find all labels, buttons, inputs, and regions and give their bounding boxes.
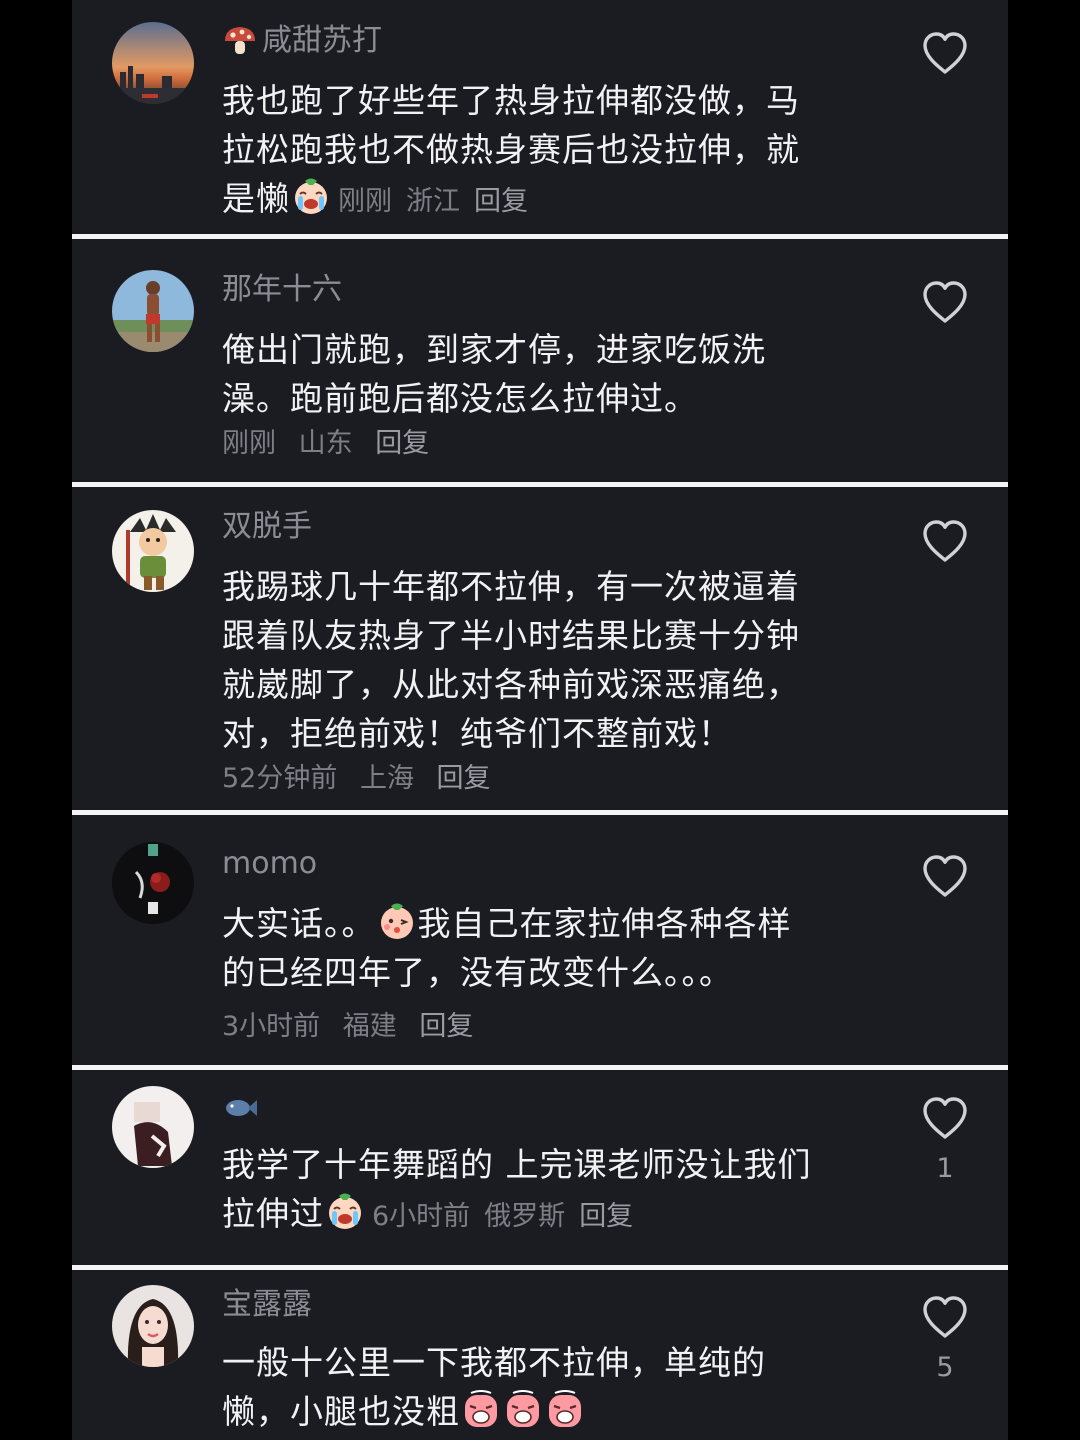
like-count: 5: [936, 1352, 954, 1383]
reply-button[interactable]: 回复: [375, 428, 429, 459]
comment-meta: 3小时前 福建 回复: [222, 1009, 487, 1045]
avatar[interactable]: [112, 1086, 194, 1168]
avatar[interactable]: [112, 1285, 194, 1367]
timestamp: 3小时前: [222, 1011, 321, 1042]
username-text: 那年十六: [222, 272, 342, 307]
like-button[interactable]: 1: [920, 1095, 970, 1184]
comment-meta: 刚刚 浙江 回复: [338, 186, 542, 217]
timestamp: 52分钟前: [222, 763, 338, 794]
heart-outline-icon: [920, 853, 970, 899]
comment-text: 我学了十年舞蹈的 上完课老师没让我们 拉伸过 6小时前 俄罗斯 回复: [222, 1145, 812, 1233]
heart-outline-icon: [920, 279, 970, 325]
fish-icon: [226, 1100, 257, 1116]
comment-text: 一般十公里一下我都不拉伸，单纯的 懒，小腿也没粗: [222, 1343, 766, 1431]
username[interactable]: [222, 1090, 262, 1126]
heart-outline-icon: [920, 1294, 970, 1340]
location: 上海: [359, 763, 414, 794]
heart-outline-icon: [920, 1095, 970, 1141]
avatar[interactable]: [112, 842, 194, 924]
blowing-kiss-emoji: [377, 901, 417, 941]
comment-text: 我也跑了好些年了热身拉伸都没做，马 拉松跑我也不做热身赛后也没拉伸，就 是懒 刚刚…: [222, 81, 800, 218]
location: 浙江: [406, 186, 460, 217]
comment-meta: 6小时前 俄罗斯 回复: [372, 1201, 647, 1232]
heart-outline-icon: [920, 518, 970, 564]
username[interactable]: 宝露露: [222, 1286, 312, 1324]
comment-card: 双脱手 我踢球几十年都不拉伸，有一次被逼着 跟着队友热身了半小时结果比赛十分钟 …: [72, 487, 1008, 810]
like-button[interactable]: [920, 518, 970, 564]
location: 福建: [342, 1011, 397, 1042]
like-button[interactable]: [920, 30, 970, 76]
username-text: 咸甜苏打: [262, 23, 382, 58]
crying-face-emoji: [291, 176, 331, 216]
comment-text: 俺出门就跑，到家才停，进家吃饭洗 澡。跑前跑后都没怎么拉伸过。: [222, 330, 766, 418]
reply-button[interactable]: 回复: [579, 1201, 633, 1232]
comment-card: 那年十六 俺出门就跑，到家才停，进家吃饭洗 澡。跑前跑后都没怎么拉伸过。 刚刚 …: [72, 239, 1008, 482]
comment-text: 我踢球几十年都不拉伸，有一次被逼着 跟着队友热身了半小时结果比赛十分钟 就崴脚了…: [222, 567, 800, 753]
like-button[interactable]: [920, 853, 970, 899]
username[interactable]: 咸甜苏打: [222, 22, 382, 60]
wailing-face-emoji: [545, 1389, 585, 1429]
mushroom-icon: [225, 27, 255, 54]
reply-button[interactable]: 回复: [437, 763, 491, 794]
comment-card: momo 大实话。。 我自己在家拉伸各种各样 的已经四年了，没有改变什么。。。 3…: [72, 815, 1008, 1065]
crying-face-emoji: [325, 1191, 365, 1231]
like-button[interactable]: 5: [920, 1294, 970, 1383]
comment-meta: 刚刚 山东 回复: [222, 426, 443, 462]
wailing-face-emoji: [461, 1389, 501, 1429]
avatar[interactable]: [112, 22, 194, 104]
like-button[interactable]: [920, 279, 970, 325]
comment-card: 宝露露 一般十公里一下我都不拉伸，单纯的 懒，小腿也没粗 5: [72, 1270, 1008, 1440]
username-text: 双脱手: [222, 509, 312, 544]
comment-card: 咸甜苏打 我也跑了好些年了热身拉伸都没做，马 拉松跑我也不做热身赛后也没拉伸，就…: [72, 0, 1008, 234]
username[interactable]: momo: [222, 845, 317, 883]
heart-outline-icon: [920, 30, 970, 76]
wailing-face-emoji: [503, 1389, 543, 1429]
avatar[interactable]: [112, 510, 194, 592]
like-count: 1: [936, 1153, 954, 1184]
location: 山东: [298, 428, 353, 459]
username[interactable]: 那年十六: [222, 271, 342, 309]
avatar[interactable]: [112, 270, 194, 352]
username-text: momo: [222, 846, 318, 881]
username[interactable]: 双脱手: [222, 508, 312, 546]
timestamp: 刚刚: [338, 186, 392, 217]
comment-text: 大实话。。 我自己在家拉伸各种各样 的已经四年了，没有改变什么。。。: [222, 899, 862, 997]
comment-meta: 52分钟前 上海 回复: [222, 761, 505, 797]
location: 俄罗斯: [484, 1201, 566, 1232]
timestamp: 刚刚: [222, 428, 276, 459]
comment-card: 我学了十年舞蹈的 上完课老师没让我们 拉伸过 6小时前 俄罗斯 回复 1: [72, 1070, 1008, 1265]
timestamp: 6小时前: [372, 1201, 471, 1232]
username-text: 宝露露: [222, 1287, 312, 1322]
reply-button[interactable]: 回复: [474, 186, 528, 217]
comment-feed: 咸甜苏打 我也跑了好些年了热身拉伸都没做，马 拉松跑我也不做热身赛后也没拉伸，就…: [0, 0, 1080, 1440]
reply-button[interactable]: 回复: [419, 1011, 473, 1042]
